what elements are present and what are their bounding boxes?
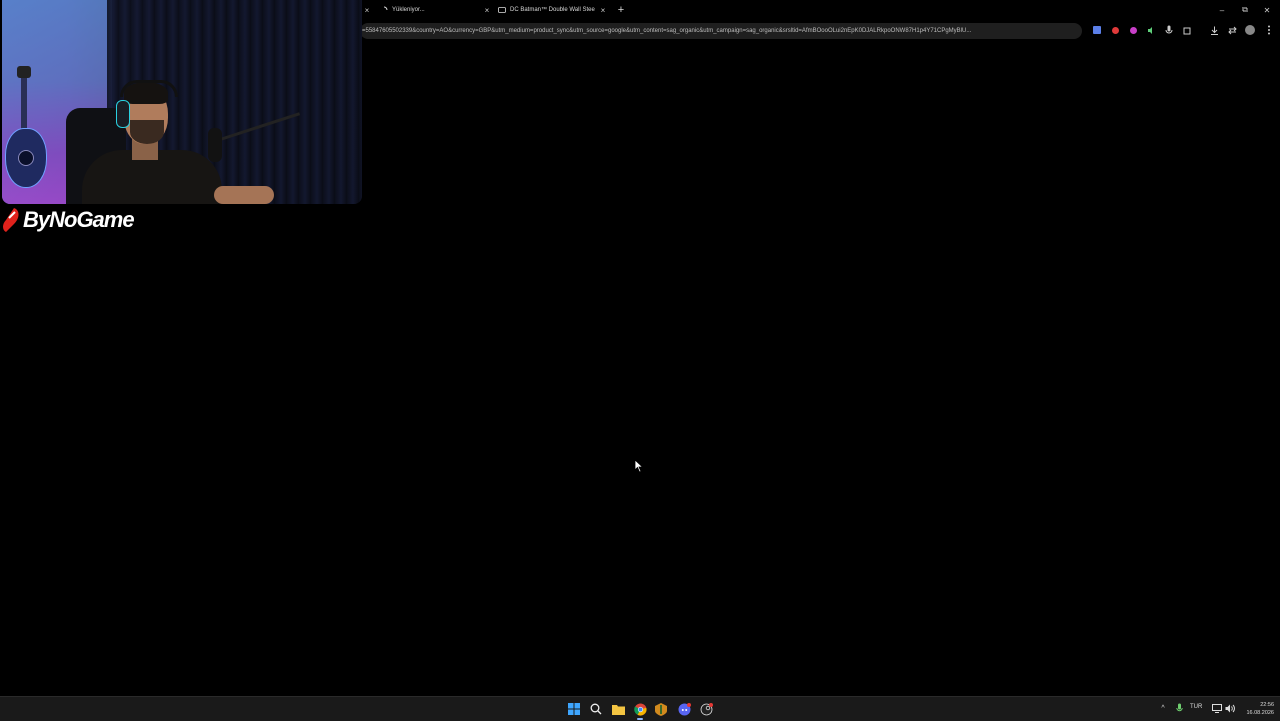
menu-icon[interactable] bbox=[1263, 24, 1275, 36]
file-explorer-icon[interactable] bbox=[610, 701, 626, 717]
close-tab-icon[interactable]: × bbox=[482, 4, 492, 16]
address-url: =55847605502339&country=AO&currency=GBP&… bbox=[362, 28, 972, 34]
browser-tab-active[interactable]: DC Batman™ Double Wall Stee × bbox=[498, 0, 608, 20]
chrome-icon[interactable] bbox=[632, 701, 648, 720]
download-icon[interactable] bbox=[1208, 24, 1220, 36]
browser-tab-loading[interactable]: Yükleniyor... × bbox=[380, 0, 492, 20]
stop-icon[interactable] bbox=[1109, 24, 1121, 36]
bynogame-logo: ByNoGame bbox=[0, 206, 135, 234]
tab-group-icon bbox=[498, 6, 506, 14]
webcam-overlay bbox=[2, 0, 362, 204]
guitar-head bbox=[17, 66, 31, 78]
new-tab-button[interactable]: + bbox=[614, 3, 628, 17]
volume-icon[interactable] bbox=[1224, 702, 1236, 714]
guitar-soundhole bbox=[18, 150, 34, 166]
close-tab-icon[interactable]: × bbox=[598, 4, 608, 16]
sync-icon[interactable] bbox=[1226, 24, 1238, 36]
restore-button[interactable]: ⧉ bbox=[1238, 3, 1252, 17]
browser-tab[interactable]: × bbox=[362, 0, 372, 20]
steam-icon[interactable] bbox=[698, 701, 714, 717]
translate-icon[interactable] bbox=[1091, 24, 1103, 36]
discord-icon[interactable] bbox=[676, 701, 692, 717]
search-icon[interactable] bbox=[588, 701, 604, 717]
tab-title: Yükleniyor... bbox=[392, 7, 425, 13]
mic-icon[interactable] bbox=[1163, 24, 1175, 36]
logo-text: ByNoGame bbox=[23, 207, 135, 232]
clock-date: 16.08.2026 bbox=[1246, 710, 1274, 716]
puzzle-icon[interactable] bbox=[1181, 24, 1193, 36]
bynogame-logo-icon bbox=[3, 208, 19, 232]
close-tab-icon[interactable]: × bbox=[362, 4, 372, 16]
microphone-icon bbox=[208, 128, 222, 162]
system-clock[interactable]: 22:56 16.08.2026 bbox=[1238, 701, 1274, 717]
extension-icon[interactable] bbox=[1127, 24, 1139, 36]
language-indicator[interactable]: TUR bbox=[1190, 704, 1202, 710]
taskbar: ^ TUR 22:56 16.08.2026 bbox=[0, 696, 1280, 721]
streamer-beard bbox=[130, 120, 164, 144]
mouse-cursor-icon bbox=[634, 459, 644, 473]
app-icon[interactable] bbox=[653, 701, 669, 717]
network-icon[interactable] bbox=[1211, 702, 1223, 714]
tray-chevron-icon[interactable]: ^ bbox=[1157, 702, 1169, 714]
close-window-button[interactable]: ✕ bbox=[1260, 3, 1274, 17]
microphone-tray-icon[interactable] bbox=[1173, 702, 1185, 714]
headphones-band bbox=[120, 80, 178, 97]
headphones-icon bbox=[116, 100, 130, 128]
address-bar[interactable]: =55847605502339&country=AO&currency=GBP&… bbox=[360, 23, 1082, 39]
profile-avatar[interactable] bbox=[1244, 24, 1256, 36]
tab-title: DC Batman™ Double Wall Stee bbox=[510, 7, 595, 13]
streamer-arm bbox=[214, 186, 274, 204]
audio-icon[interactable] bbox=[1145, 24, 1157, 36]
start-icon[interactable] bbox=[566, 701, 582, 717]
loading-icon bbox=[380, 6, 388, 14]
guitar-neck bbox=[21, 72, 27, 134]
clock-time: 22:56 bbox=[1260, 702, 1274, 708]
minimize-button[interactable]: – bbox=[1215, 3, 1229, 17]
